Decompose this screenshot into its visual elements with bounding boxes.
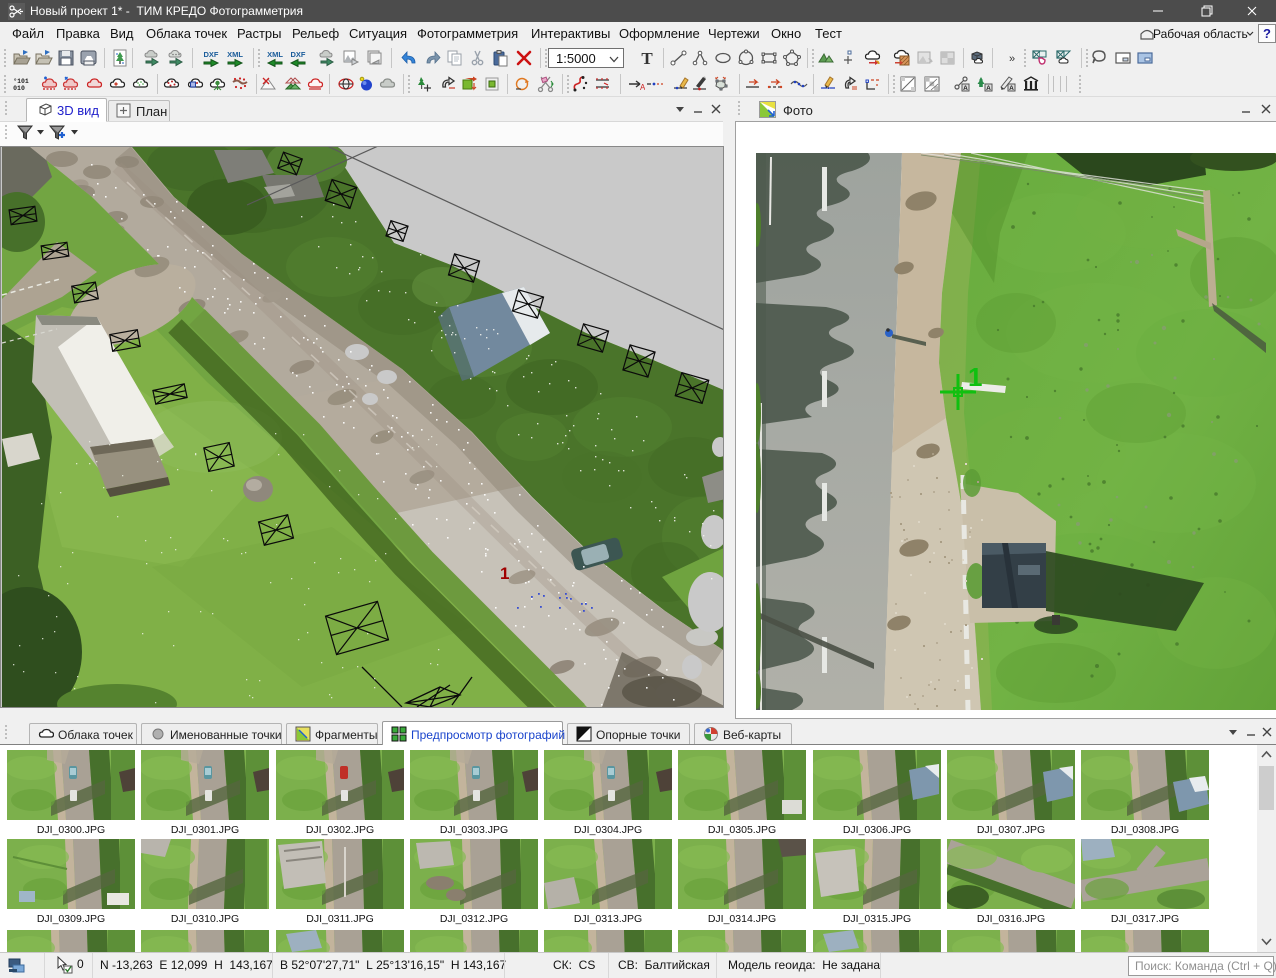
svg-text:A: A <box>640 83 645 92</box>
svg-text:A: A <box>1009 85 1014 92</box>
svg-text:A: A <box>986 85 991 92</box>
svg-text:1: 1 <box>500 564 509 583</box>
svg-text:DXF: DXF <box>204 50 219 59</box>
svg-text:1: 1 <box>968 362 982 392</box>
svg-text:»: » <box>1009 53 1015 65</box>
svg-text:DXF: DXF <box>291 50 306 59</box>
svg-text:A: A <box>963 85 968 92</box>
svg-text:T: T <box>641 49 653 67</box>
svg-text:XML: XML <box>267 50 283 59</box>
svg-text:XML: XML <box>227 50 243 59</box>
svg-text:°101: °101 <box>13 77 29 85</box>
svg-text:010: 010 <box>13 85 25 92</box>
